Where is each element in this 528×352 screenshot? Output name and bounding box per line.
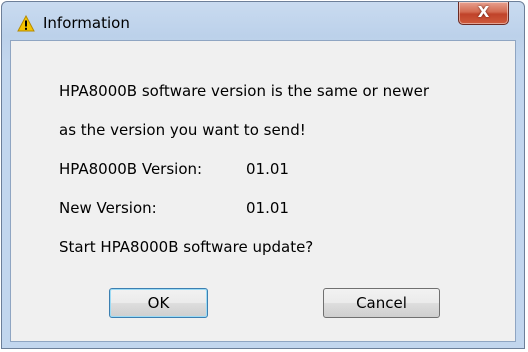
new-version-label: New Version: [59, 199, 157, 217]
title-bar[interactable]: Information X [2, 2, 524, 40]
dialog-title: Information [43, 14, 130, 32]
current-version-value: 01.01 [246, 160, 289, 178]
information-dialog: Information X HPA8000B software version … [1, 1, 525, 349]
ok-button[interactable]: OK [109, 288, 208, 318]
current-version-label: HPA8000B Version: [59, 160, 203, 178]
new-version-value: 01.01 [246, 199, 289, 217]
update-question: Start HPA8000B software update? [59, 238, 314, 256]
cancel-button[interactable]: Cancel [323, 288, 440, 318]
close-button[interactable]: X [458, 2, 509, 25]
dialog-content: HPA8000B software version is the same or… [10, 40, 516, 342]
message-line-1: HPA8000B software version is the same or… [59, 82, 430, 100]
warning-icon [17, 15, 35, 32]
message-line-2: as the version you want to send! [59, 121, 306, 139]
close-icon: X [477, 3, 490, 21]
